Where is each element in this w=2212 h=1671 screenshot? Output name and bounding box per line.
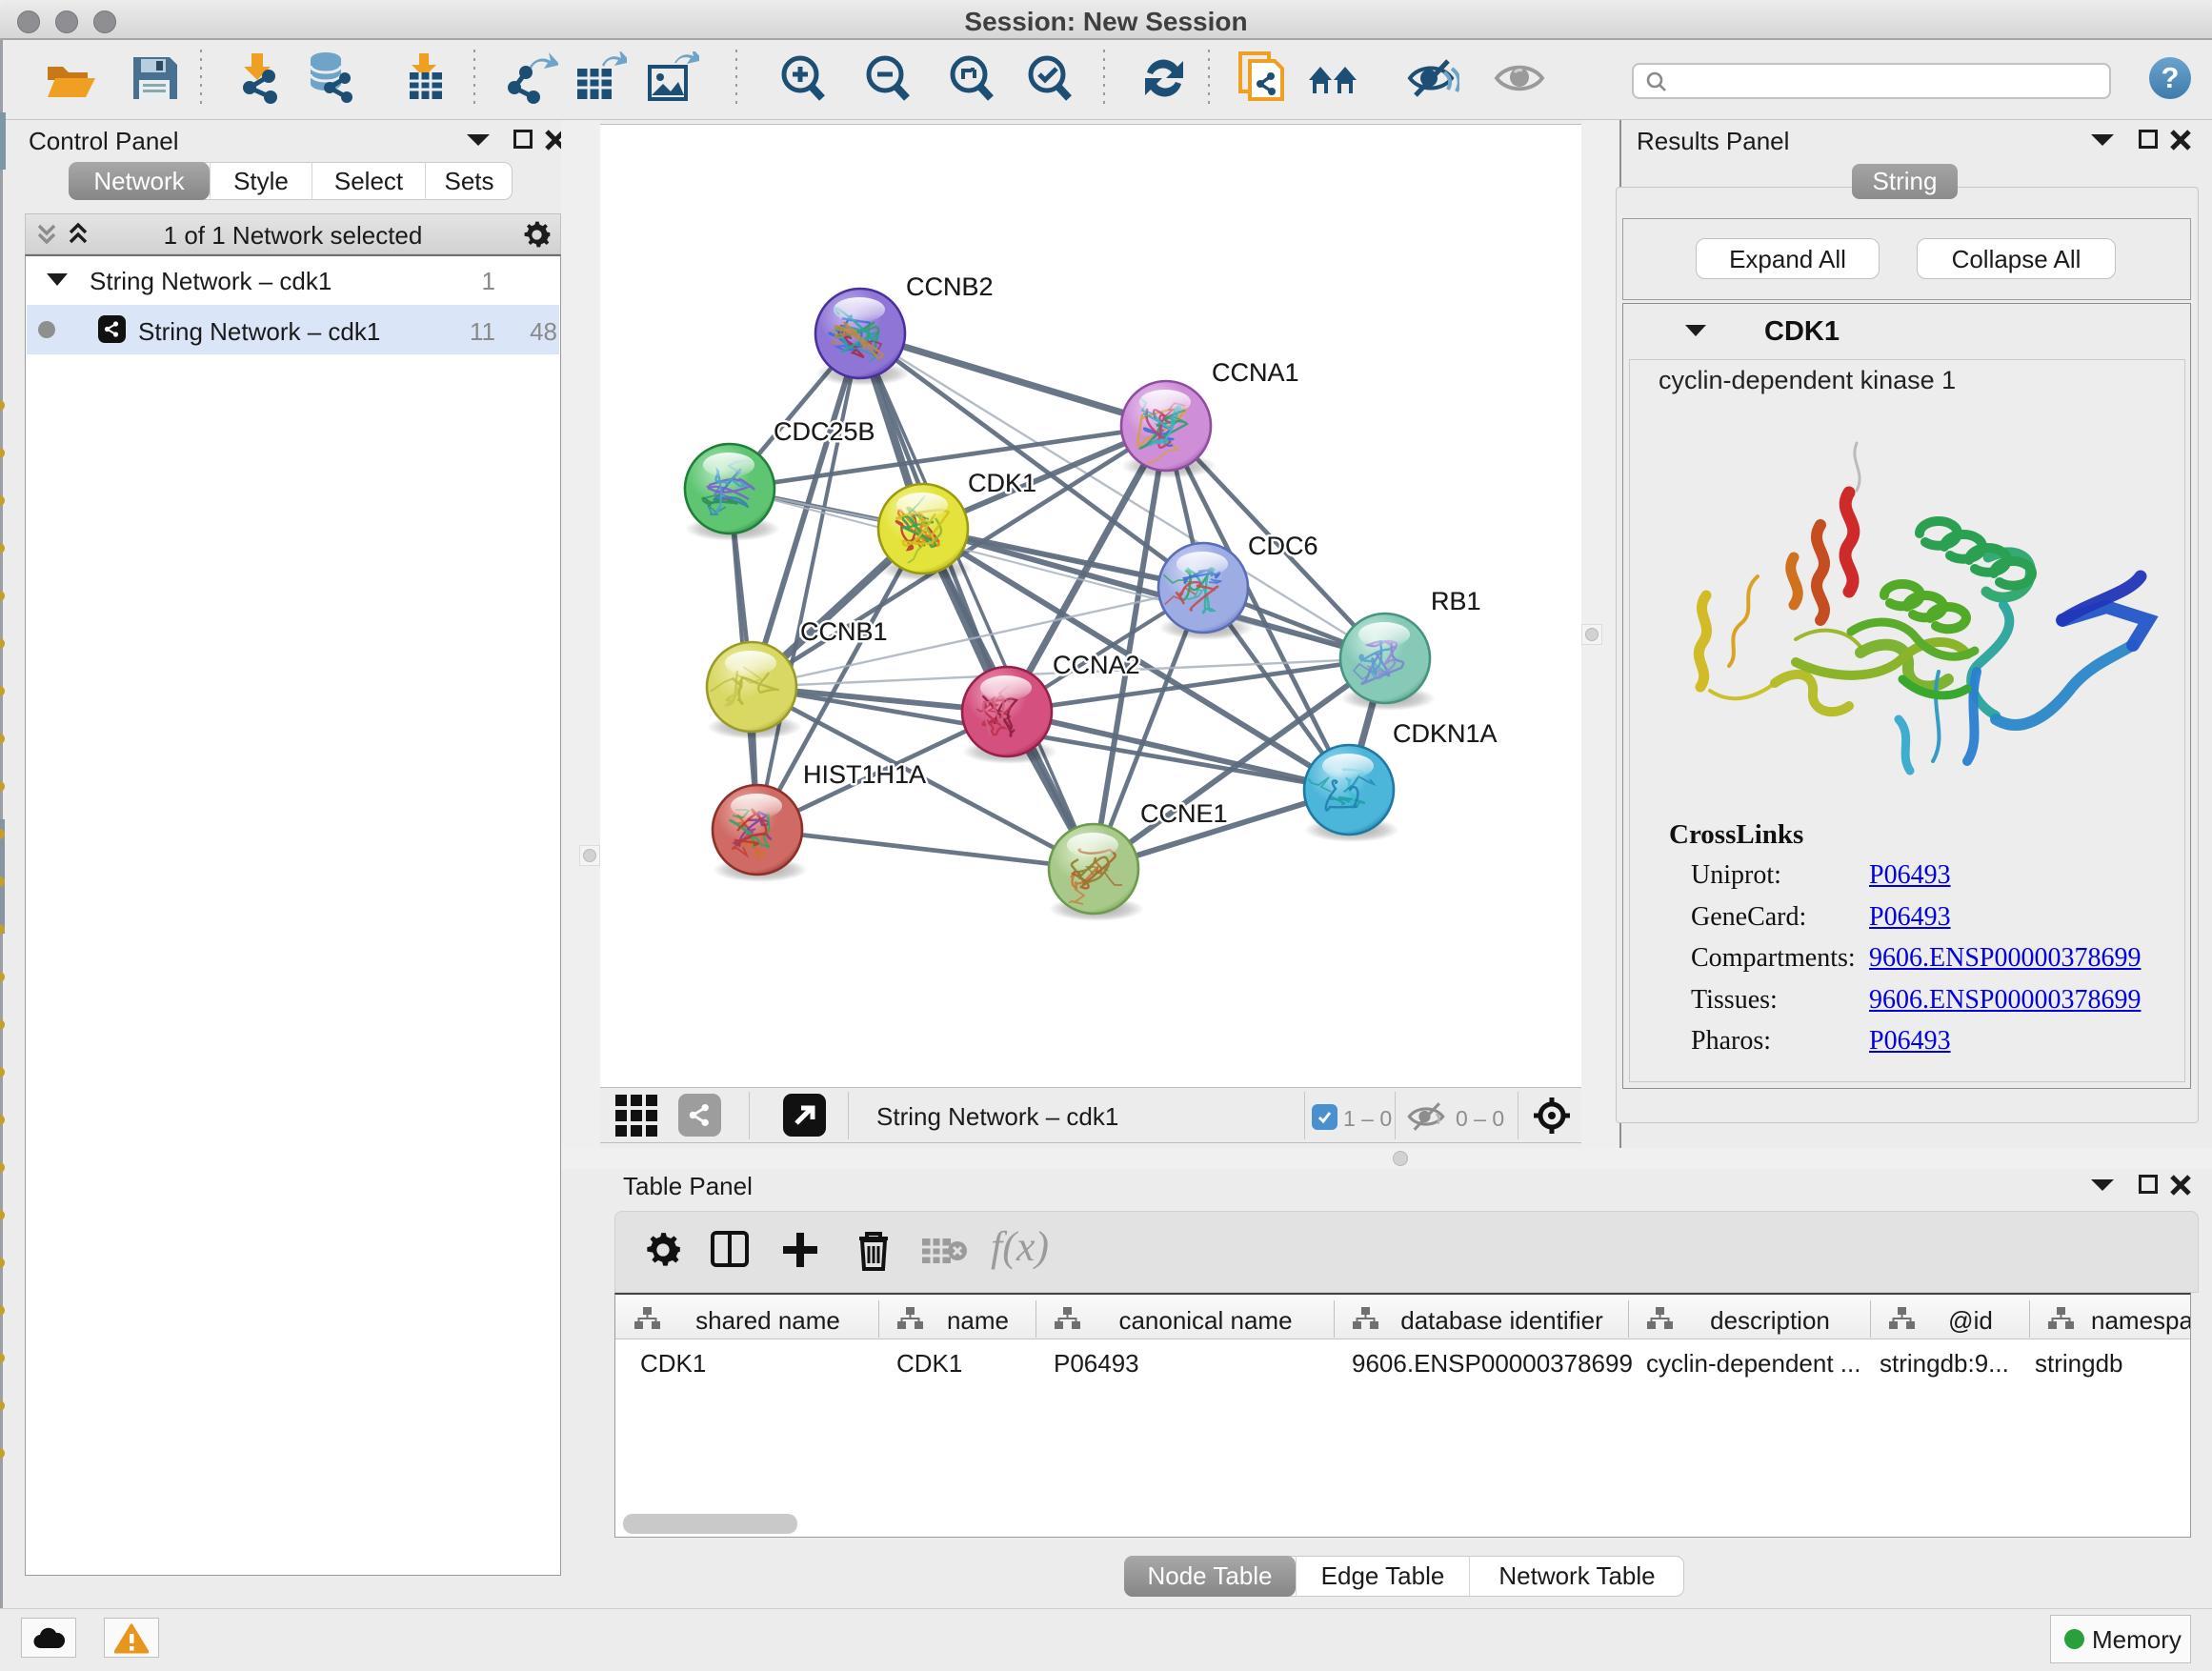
svg-text:CCNA2: CCNA2: [1053, 651, 1140, 679]
svg-text:CCNE1: CCNE1: [1140, 799, 1228, 828]
svg-text:CCNA1: CCNA1: [1212, 358, 1299, 387]
svg-text:CDKN1A: CDKN1A: [1393, 719, 1498, 748]
svg-text:CCNB2: CCNB2: [906, 272, 994, 301]
svg-text:RB1: RB1: [1431, 587, 1481, 615]
svg-text:CCNB1: CCNB1: [800, 617, 888, 646]
svg-text:CDC25B: CDC25B: [774, 417, 875, 446]
svg-text:HIST1H1A: HIST1H1A: [803, 760, 926, 789]
svg-text:CDK1: CDK1: [968, 469, 1036, 497]
svg-text:CDC6: CDC6: [1248, 532, 1318, 560]
